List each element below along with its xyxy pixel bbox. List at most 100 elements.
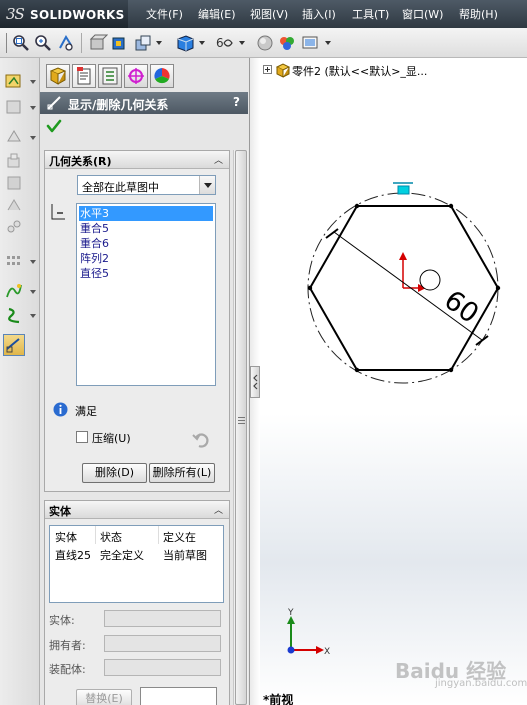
collapse-panel-handle[interactable]	[250, 366, 260, 398]
relation-item-diameter5[interactable]: 直径5	[79, 266, 213, 281]
collapse-chevron-icon[interactable]: ︿	[214, 153, 223, 166]
toolbar-grip[interactable]	[6, 33, 7, 53]
menu-tools[interactable]: 工具(T)	[352, 6, 389, 22]
ds-logo-mark: 3S	[6, 5, 25, 23]
relation-status-label: 满足	[75, 405, 97, 418]
feature-manager-tab[interactable]	[46, 64, 70, 88]
relations-list[interactable]: 水平3 重合5 重合6 阵列2 直径5	[76, 203, 216, 386]
owner-field-label: 拥有者:	[49, 639, 86, 652]
display-style-dropdown-icon[interactable]	[156, 41, 162, 45]
rectangle-icon[interactable]	[5, 152, 23, 170]
arc-icon[interactable]	[5, 196, 23, 214]
hide-show-dropdown-icon[interactable]	[199, 41, 205, 45]
circle-icon[interactable]	[5, 174, 23, 192]
property-manager-tab[interactable]	[72, 64, 96, 88]
title-bar: 3S SOLIDWORKS 文件(F) 编辑(E) 视图(V) 插入(I) 工具…	[0, 0, 527, 28]
spline-dropdown-icon[interactable]	[30, 290, 36, 294]
property-manager-header: 显示/删除几何关系 ?	[40, 92, 248, 114]
view-name-label: *前视	[263, 693, 294, 705]
linear-pattern-icon[interactable]	[5, 252, 23, 270]
scrollbar-thumb[interactable]	[235, 150, 247, 705]
apply-scene-icon[interactable]	[255, 33, 275, 53]
menu-insert[interactable]: 插入(I)	[302, 6, 336, 22]
zoom-to-fit-icon[interactable]	[11, 33, 31, 53]
entities-table[interactable]: 实体 状态 定义在 直线25 完全定义 当前草图	[49, 525, 224, 603]
previous-view-icon[interactable]	[56, 33, 76, 53]
relation-item-coincident5[interactable]: 重合5	[79, 221, 213, 236]
defined-in-cell: 当前草图	[163, 549, 207, 562]
spline-icon[interactable]	[5, 282, 23, 300]
sketch-icon[interactable]	[5, 72, 23, 90]
convert-dropdown-icon[interactable]	[30, 314, 36, 318]
zoom-area-icon[interactable]	[33, 33, 53, 53]
collapse-chevron-icon[interactable]: ︿	[214, 503, 223, 516]
assembly-field-label: 装配体:	[49, 663, 86, 676]
configuration-manager-tab[interactable]	[98, 64, 122, 88]
manager-tabs	[40, 64, 250, 88]
horizontal-relation-marker	[397, 185, 410, 195]
origin-y-arrowhead	[399, 252, 407, 260]
edit-appearance-icon[interactable]: 6	[215, 33, 235, 53]
menu-window[interactable]: 窗口(W)	[402, 6, 443, 22]
info-icon	[53, 402, 68, 417]
solidworks-logo[interactable]: 3S SOLIDWORKS	[0, 0, 128, 28]
display-style-icon[interactable]	[133, 33, 153, 53]
property-manager-scrollbar[interactable]	[233, 150, 248, 705]
display-manager-tab[interactable]	[150, 64, 174, 88]
entities-group-title: 实体	[49, 505, 71, 518]
undo-icon[interactable]	[191, 430, 211, 450]
hide-show-items-icon[interactable]	[175, 33, 195, 53]
menu-edit[interactable]: 编辑(E)	[198, 6, 236, 22]
view-orientation-icon[interactable]	[110, 33, 130, 53]
column-header-entity: 实体	[55, 531, 77, 544]
relations-filter-value: 全部在此草图中	[82, 181, 159, 194]
display-delete-relations-icon[interactable]	[3, 334, 25, 356]
smart-dimension-icon[interactable]	[5, 98, 23, 116]
dimension-text-circle	[419, 269, 441, 291]
ok-check-icon[interactable]	[46, 118, 62, 134]
relations-filter-select[interactable]: 全部在此草图中	[77, 175, 216, 195]
view-settings-icon[interactable]	[277, 33, 297, 53]
graphics-area[interactable]: 零件2 (默认<<默认>_显... 60 Y X Baidu 经验 jingya…	[260, 58, 527, 705]
owner-field	[104, 635, 221, 652]
appearance-dropdown-icon[interactable]	[239, 41, 245, 45]
relation-item-pattern2[interactable]: 阵列2	[79, 251, 213, 266]
line-dropdown-icon[interactable]	[30, 136, 36, 140]
relations-icon	[46, 95, 62, 111]
property-manager-title: 显示/删除几何关系	[68, 98, 169, 112]
delete-button[interactable]: 删除(D)	[82, 463, 147, 483]
convert-entities-icon[interactable]	[5, 306, 23, 324]
pattern-dropdown-icon[interactable]	[30, 260, 36, 264]
compress-checkbox[interactable]	[76, 431, 88, 443]
dimension-dropdown-icon[interactable]	[30, 106, 36, 110]
entity-cell: 直线25	[55, 549, 91, 562]
compress-label: 压缩(U)	[92, 432, 131, 445]
entities-group: 实体 ︿ 实体 状态 定义在 直线25 完全定义 当前草图 实体: 拥有者: 装…	[44, 500, 230, 705]
entities-header-row: 实体 状态 定义在	[55, 528, 223, 546]
screen-capture-icon[interactable]	[301, 33, 321, 53]
sketch-dropdown-icon[interactable]	[30, 80, 36, 84]
chevron-down-icon[interactable]	[199, 176, 215, 194]
relation-item-coincident6[interactable]: 重合6	[79, 236, 213, 251]
section-view-icon[interactable]	[88, 33, 109, 53]
coordinate-triad: Y X	[287, 608, 330, 656]
line-icon[interactable]	[5, 128, 23, 146]
dimxpert-manager-tab[interactable]	[124, 64, 148, 88]
relations-group-header[interactable]: 几何关系(R) ︿	[45, 151, 229, 169]
menu-help[interactable]: 帮助(H)	[459, 6, 498, 22]
status-cell: 完全定义	[100, 549, 144, 562]
property-manager-panel: 显示/删除几何关系 ? 几何关系(R) ︿ 全部在此草图中 水平3 重合5 重合…	[40, 58, 250, 705]
replace-button[interactable]: 替换(E)	[76, 689, 132, 705]
screen-capture-dropdown-icon[interactable]	[325, 41, 331, 45]
help-button[interactable]: ?	[233, 95, 240, 109]
table-row[interactable]: 直线25 完全定义 当前草图	[55, 546, 223, 564]
entities-group-header[interactable]: 实体 ︿	[45, 501, 229, 519]
trim-entities-icon[interactable]	[5, 218, 23, 236]
delete-all-button[interactable]: 删除所有(L)	[149, 463, 215, 483]
relation-item-horizontal3[interactable]: 水平3	[79, 206, 213, 221]
logo-text: SOLIDWORKS	[30, 8, 125, 22]
menu-file[interactable]: 文件(F)	[146, 6, 183, 22]
menu-view[interactable]: 视图(V)	[250, 6, 288, 22]
replace-entity-field[interactable]	[140, 687, 217, 705]
column-header-status: 状态	[100, 531, 122, 544]
